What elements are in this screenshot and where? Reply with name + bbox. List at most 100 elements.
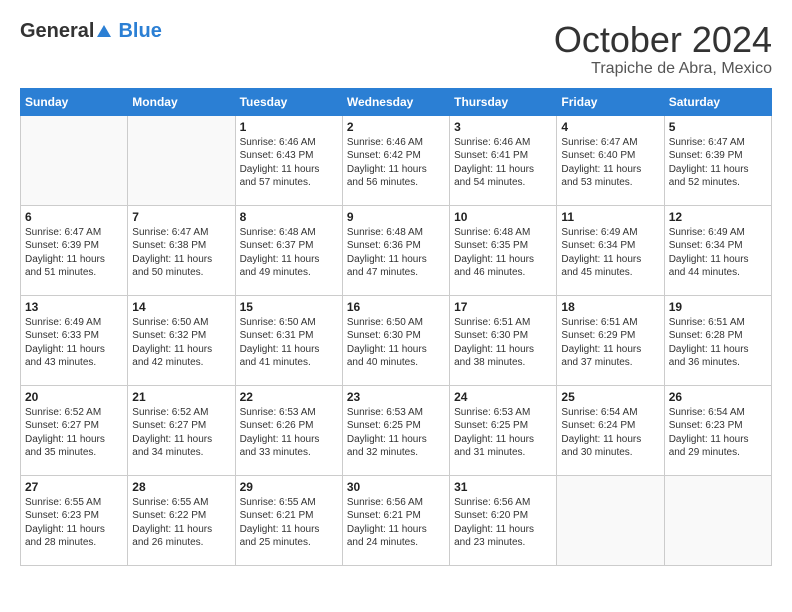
table-row xyxy=(557,475,664,565)
table-row xyxy=(21,115,128,205)
logo-general: General xyxy=(20,20,94,43)
day-number: 3 xyxy=(454,120,552,134)
day-number: 25 xyxy=(561,390,659,404)
day-info: Sunrise: 6:56 AM Sunset: 6:21 PM Dayligh… xyxy=(347,496,445,550)
day-number: 31 xyxy=(454,480,552,494)
calendar-week-row: 6 Sunrise: 6:47 AM Sunset: 6:39 PM Daylig… xyxy=(21,205,772,295)
table-row: 12 Sunrise: 6:49 AM Sunset: 6:34 PM Dayli… xyxy=(664,205,771,295)
table-row: 13 Sunrise: 6:49 AM Sunset: 6:33 PM Dayli… xyxy=(21,295,128,385)
table-row: 11 Sunrise: 6:49 AM Sunset: 6:34 PM Dayli… xyxy=(557,205,664,295)
day-number: 14 xyxy=(132,300,230,314)
day-info: Sunrise: 6:48 AM Sunset: 6:35 PM Dayligh… xyxy=(454,226,552,280)
day-number: 2 xyxy=(347,120,445,134)
day-number: 5 xyxy=(669,120,767,134)
table-row: 26Sunrise: 6:54 AM Sunset: 6:23 PM Dayli… xyxy=(664,385,771,475)
table-row: 23 Sunrise: 6:53 AM Sunset: 6:25 PM Dayli… xyxy=(342,385,449,475)
header-friday: Friday xyxy=(557,88,664,115)
day-info: Sunrise: 6:53 AM Sunset: 6:25 PM Dayligh… xyxy=(454,406,552,460)
day-number: 18 xyxy=(561,300,659,314)
day-info: Sunrise: 6:56 AM Sunset: 6:20 PM Dayligh… xyxy=(454,496,552,550)
calendar-header-row: Sunday Monday Tuesday Wednesday Thursday… xyxy=(21,88,772,115)
day-info: Sunrise: 6:49 AM Sunset: 6:34 PM Dayligh… xyxy=(669,226,767,280)
calendar-table: Sunday Monday Tuesday Wednesday Thursday… xyxy=(20,88,772,566)
day-number: 20 xyxy=(25,390,123,404)
table-row: 25 Sunrise: 6:54 AM Sunset: 6:24 PM Dayli… xyxy=(557,385,664,475)
day-info: Sunrise: 6:47 AM Sunset: 6:39 PM Dayligh… xyxy=(669,136,767,190)
table-row: 8 Sunrise: 6:48 AM Sunset: 6:37 PM Daylig… xyxy=(235,205,342,295)
table-row: 27Sunrise: 6:55 AM Sunset: 6:23 PM Dayli… xyxy=(21,475,128,565)
table-row: 18 Sunrise: 6:51 AM Sunset: 6:29 PM Dayli… xyxy=(557,295,664,385)
table-row: 5 Sunrise: 6:47 AM Sunset: 6:39 PM Daylig… xyxy=(664,115,771,205)
logo-blue: Blue xyxy=(118,20,161,43)
day-info: Sunrise: 6:47 AM Sunset: 6:40 PM Dayligh… xyxy=(561,136,659,190)
table-row: 29 Sunrise: 6:55 AM Sunset: 6:21 PM Dayli… xyxy=(235,475,342,565)
day-info: Sunrise: 6:51 AM Sunset: 6:30 PM Dayligh… xyxy=(454,316,552,370)
day-number: 21 xyxy=(132,390,230,404)
day-number: 22 xyxy=(240,390,338,404)
day-info: Sunrise: 6:50 AM Sunset: 6:31 PM Dayligh… xyxy=(240,316,338,370)
day-info: Sunrise: 6:51 AM Sunset: 6:29 PM Dayligh… xyxy=(561,316,659,370)
day-number: 16 xyxy=(347,300,445,314)
day-info: Sunrise: 6:50 AM Sunset: 6:30 PM Dayligh… xyxy=(347,316,445,370)
day-number: 4 xyxy=(561,120,659,134)
day-number: 26 xyxy=(669,390,767,404)
header-thursday: Thursday xyxy=(450,88,557,115)
day-info: Sunrise: 6:53 AM Sunset: 6:25 PM Dayligh… xyxy=(347,406,445,460)
day-info: Sunrise: 6:46 AM Sunset: 6:43 PM Dayligh… xyxy=(240,136,338,190)
day-number: 11 xyxy=(561,210,659,224)
table-row: 3 Sunrise: 6:46 AM Sunset: 6:41 PM Daylig… xyxy=(450,115,557,205)
header-saturday: Saturday xyxy=(664,88,771,115)
day-info: Sunrise: 6:49 AM Sunset: 6:34 PM Dayligh… xyxy=(561,226,659,280)
day-number: 7 xyxy=(132,210,230,224)
location-title: Trapiche de Abra, Mexico xyxy=(554,60,772,78)
day-info: Sunrise: 6:46 AM Sunset: 6:41 PM Dayligh… xyxy=(454,136,552,190)
table-row: 16 Sunrise: 6:50 AM Sunset: 6:30 PM Dayli… xyxy=(342,295,449,385)
header: General Blue October 2024 Trapiche de Ab… xyxy=(20,20,772,78)
day-info: Sunrise: 6:52 AM Sunset: 6:27 PM Dayligh… xyxy=(25,406,123,460)
day-number: 30 xyxy=(347,480,445,494)
day-info: Sunrise: 6:53 AM Sunset: 6:26 PM Dayligh… xyxy=(240,406,338,460)
calendar-week-row: 27Sunrise: 6:55 AM Sunset: 6:23 PM Dayli… xyxy=(21,475,772,565)
day-info: Sunrise: 6:55 AM Sunset: 6:21 PM Dayligh… xyxy=(240,496,338,550)
header-wednesday: Wednesday xyxy=(342,88,449,115)
day-number: 15 xyxy=(240,300,338,314)
day-info: Sunrise: 6:54 AM Sunset: 6:24 PM Dayligh… xyxy=(561,406,659,460)
day-info: Sunrise: 6:52 AM Sunset: 6:27 PM Dayligh… xyxy=(132,406,230,460)
table-row xyxy=(128,115,235,205)
day-number: 27 xyxy=(25,480,123,494)
table-row: 17Sunrise: 6:51 AM Sunset: 6:30 PM Dayli… xyxy=(450,295,557,385)
day-number: 8 xyxy=(240,210,338,224)
table-row: 21 Sunrise: 6:52 AM Sunset: 6:27 PM Dayli… xyxy=(128,385,235,475)
day-number: 12 xyxy=(669,210,767,224)
day-number: 23 xyxy=(347,390,445,404)
table-row: 9 Sunrise: 6:48 AM Sunset: 6:36 PM Daylig… xyxy=(342,205,449,295)
day-number: 9 xyxy=(347,210,445,224)
day-info: Sunrise: 6:47 AM Sunset: 6:38 PM Dayligh… xyxy=(132,226,230,280)
day-info: Sunrise: 6:48 AM Sunset: 6:36 PM Dayligh… xyxy=(347,226,445,280)
table-row: 14Sunrise: 6:50 AM Sunset: 6:32 PM Dayli… xyxy=(128,295,235,385)
logo-icon xyxy=(95,23,113,41)
calendar-week-row: 13 Sunrise: 6:49 AM Sunset: 6:33 PM Dayli… xyxy=(21,295,772,385)
day-info: Sunrise: 6:47 AM Sunset: 6:39 PM Dayligh… xyxy=(25,226,123,280)
table-row: 30 Sunrise: 6:56 AM Sunset: 6:21 PM Dayli… xyxy=(342,475,449,565)
day-number: 6 xyxy=(25,210,123,224)
table-row: 24 Sunrise: 6:53 AM Sunset: 6:25 PM Dayli… xyxy=(450,385,557,475)
logo: General Blue xyxy=(20,20,162,43)
day-info: Sunrise: 6:46 AM Sunset: 6:42 PM Dayligh… xyxy=(347,136,445,190)
header-monday: Monday xyxy=(128,88,235,115)
table-row: 2 Sunrise: 6:46 AM Sunset: 6:42 PM Daylig… xyxy=(342,115,449,205)
table-row: 20 Sunrise: 6:52 AM Sunset: 6:27 PM Dayli… xyxy=(21,385,128,475)
day-number: 10 xyxy=(454,210,552,224)
day-number: 29 xyxy=(240,480,338,494)
table-row: 31 Sunrise: 6:56 AM Sunset: 6:20 PM Dayli… xyxy=(450,475,557,565)
table-row: 19Sunrise: 6:51 AM Sunset: 6:28 PM Dayli… xyxy=(664,295,771,385)
day-number: 13 xyxy=(25,300,123,314)
table-row: 7 Sunrise: 6:47 AM Sunset: 6:38 PM Daylig… xyxy=(128,205,235,295)
calendar-week-row: 20 Sunrise: 6:52 AM Sunset: 6:27 PM Dayli… xyxy=(21,385,772,475)
day-number: 28 xyxy=(132,480,230,494)
day-info: Sunrise: 6:49 AM Sunset: 6:33 PM Dayligh… xyxy=(25,316,123,370)
header-sunday: Sunday xyxy=(21,88,128,115)
day-info: Sunrise: 6:48 AM Sunset: 6:37 PM Dayligh… xyxy=(240,226,338,280)
table-row: 6 Sunrise: 6:47 AM Sunset: 6:39 PM Daylig… xyxy=(21,205,128,295)
day-number: 24 xyxy=(454,390,552,404)
